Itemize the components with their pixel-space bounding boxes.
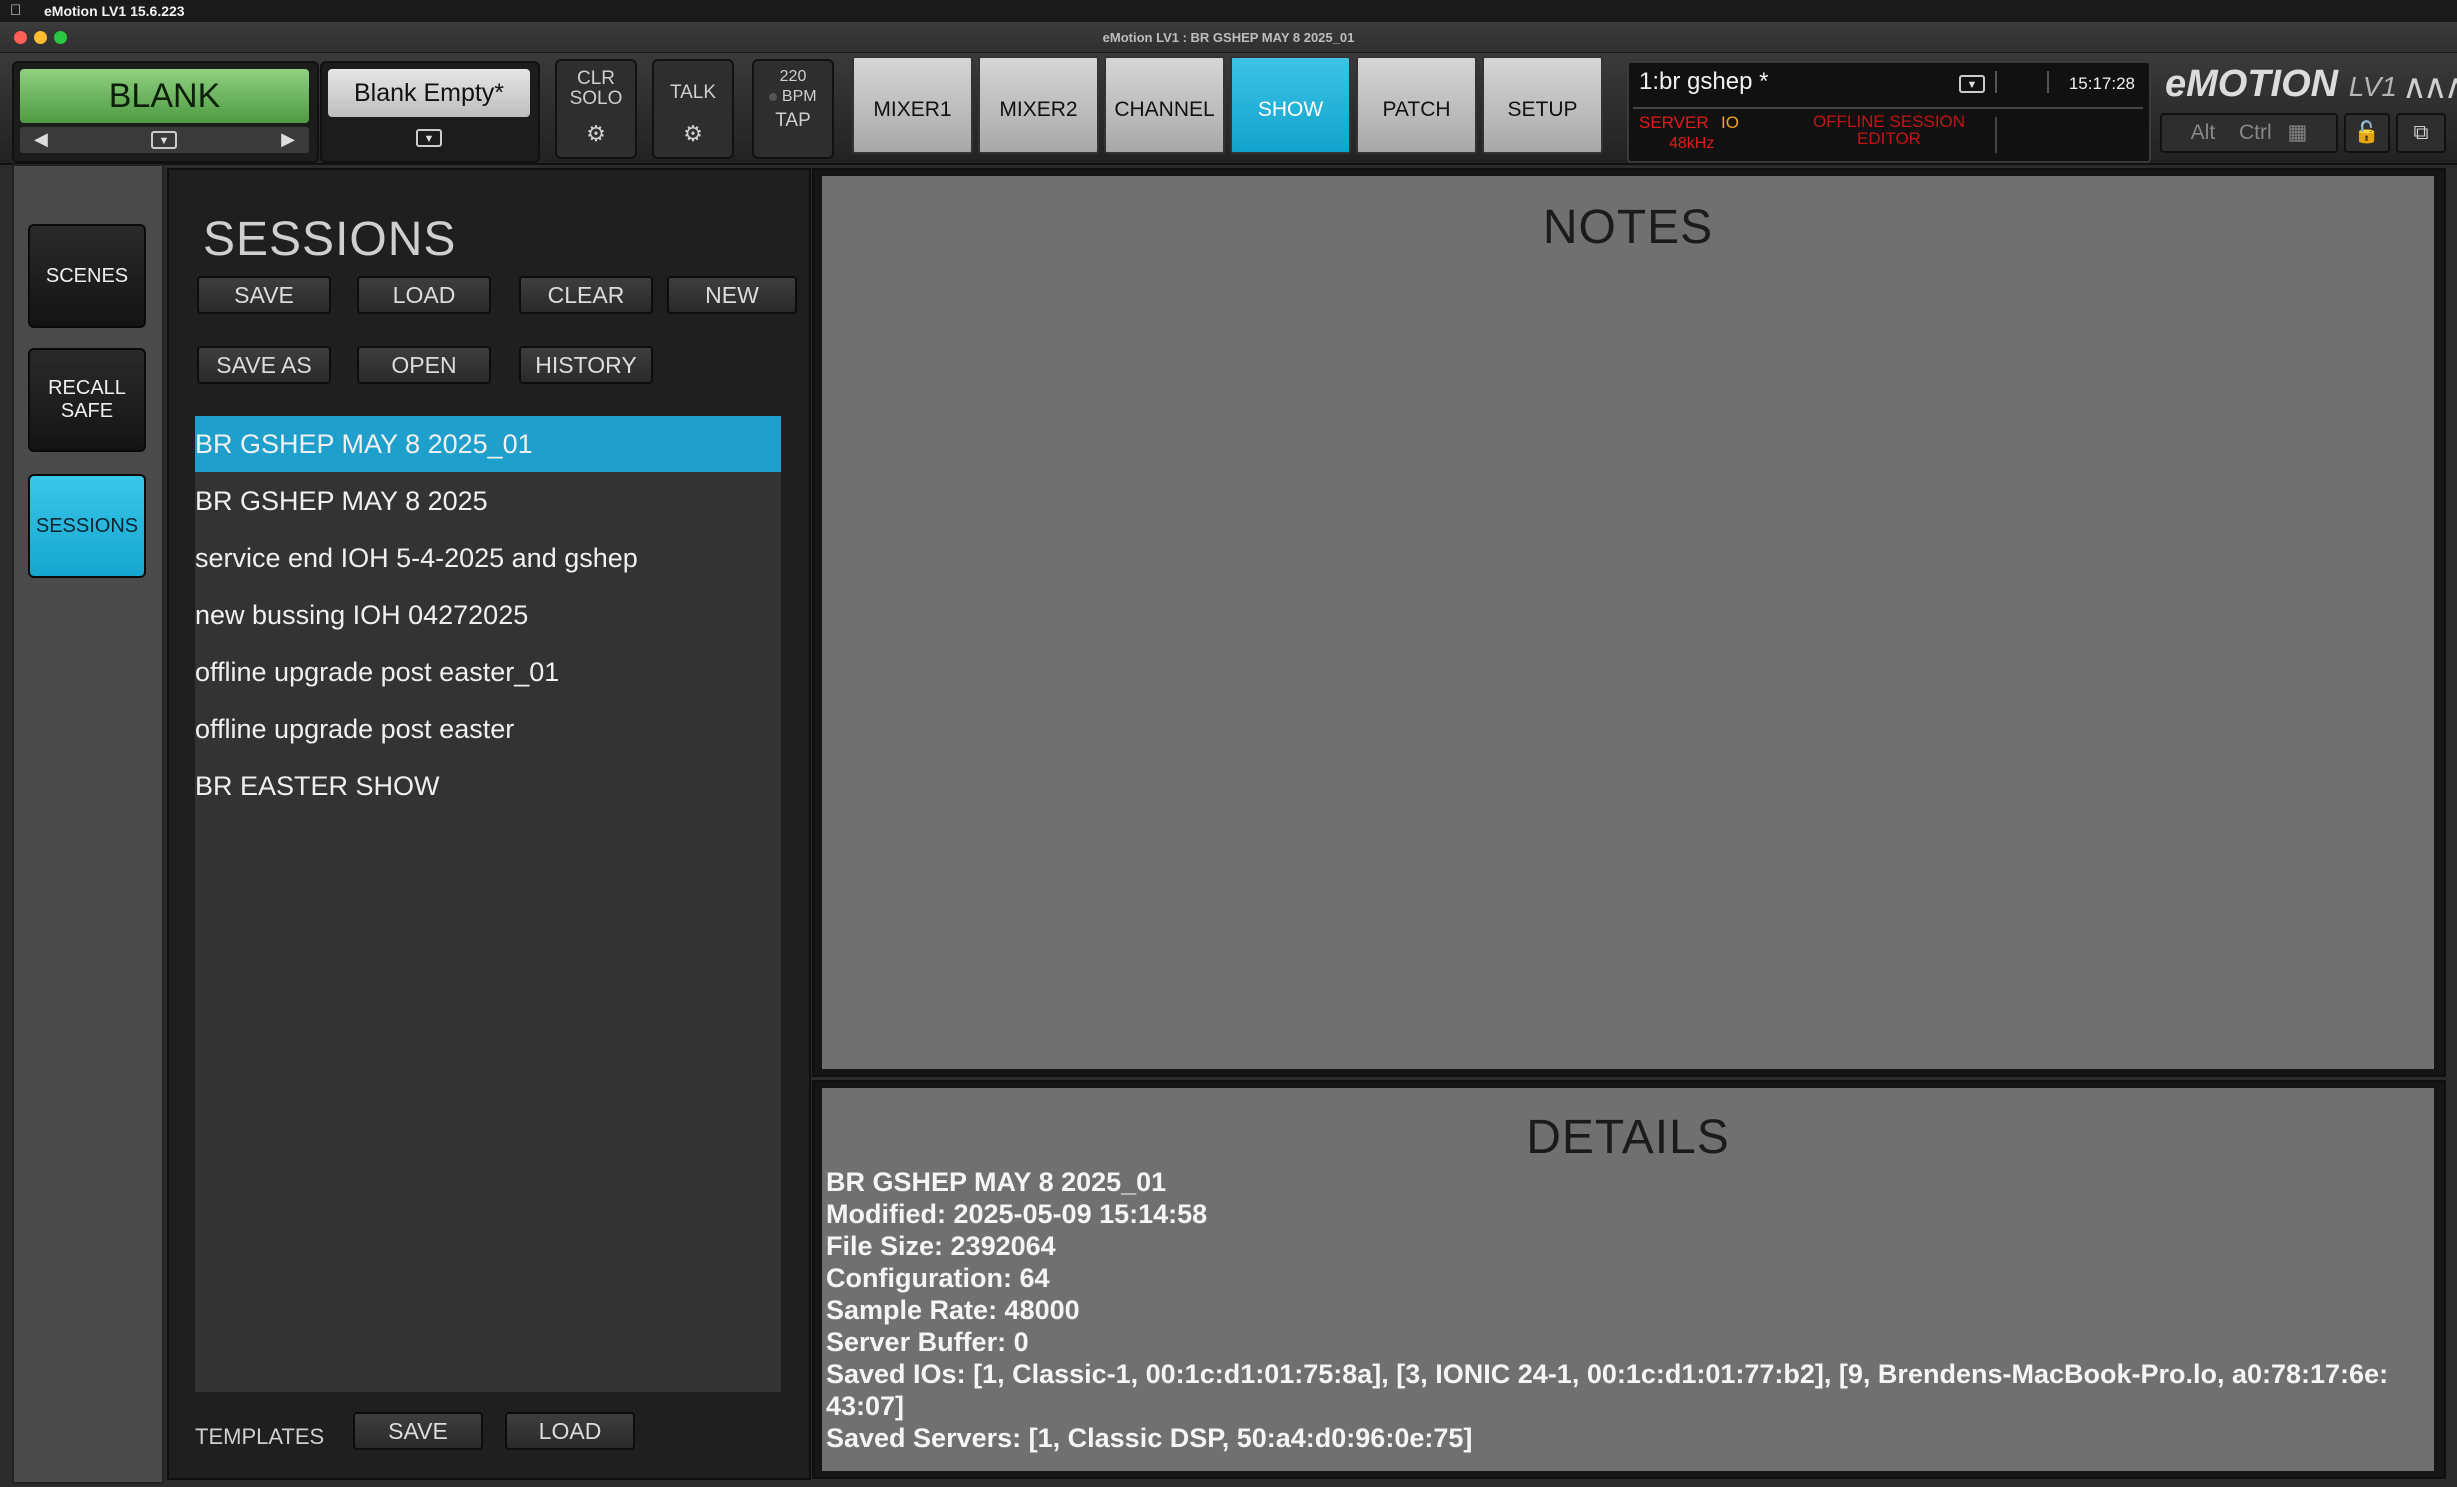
tab-mixer1[interactable]: MIXER1 — [852, 56, 973, 154]
list-item[interactable]: offline upgrade post easter — [195, 701, 781, 757]
details-sample-rate: Sample Rate: 48000 — [826, 1295, 1080, 1325]
current-session-name[interactable]: 1:br gshep * — [1639, 68, 1768, 96]
session-dropdown-icon[interactable]: ▼ — [1959, 75, 1985, 93]
session-save-as-button[interactable]: SAVE AS — [197, 346, 331, 384]
logo-main: eMOTION — [2165, 63, 2339, 105]
tab-setup[interactable]: SETUP — [1482, 56, 1603, 154]
template-save-button[interactable]: SAVE — [353, 1412, 483, 1450]
window-title: eMotion LV1 : BR GSHEP MAY 8 2025_01 — [1102, 30, 1355, 45]
details-file-size: File Size: 2392064 — [826, 1231, 1056, 1261]
gear-icon[interactable]: ⚙ — [557, 121, 635, 147]
ctrl-key-button[interactable]: Ctrl — [2239, 121, 2272, 144]
divider — [2047, 71, 2049, 93]
details-panel: DETAILS BR GSHEP MAY 8 2025_01 Modified:… — [812, 1080, 2446, 1479]
divider — [1995, 117, 1997, 153]
list-item[interactable]: BR EASTER SHOW — [195, 758, 781, 814]
modifier-group: Alt Ctrl ▦ — [2160, 113, 2338, 153]
emotion-logo: eMOTION LV1 — [2165, 63, 2397, 106]
list-item[interactable]: offline upgrade post easter_01 — [195, 644, 781, 700]
keyboard-icon[interactable]: ▦ — [2288, 121, 2308, 144]
divider — [1633, 107, 2143, 109]
notes-editor[interactable]: NOTES — [822, 176, 2434, 1069]
details-configuration: Configuration: 64 — [826, 1263, 1050, 1293]
list-item[interactable]: new bussing IOH 04272025 — [195, 587, 781, 643]
clock-display: 15:17:28 — [2068, 74, 2135, 93]
session-status-panel: 1:br gshep * ▼ 15:17:28 SERVER IO 48kHz … — [1627, 61, 2151, 163]
top-toolbar: BLANK ◀ ▼ ▶ Blank Empty* ▼ CLR SOLO ⚙ TA… — [0, 53, 2457, 165]
session-history-button[interactable]: HISTORY — [519, 346, 653, 384]
bpm-unit: BPM — [781, 88, 817, 105]
menu-bar:  eMotion LV1 15.6.223 — [0, 0, 2457, 22]
preset-selector: Blank Empty* ▼ — [320, 61, 540, 163]
sessions-panel: SESSIONS SAVE LOAD CLEAR NEW SAVE AS OPE… — [167, 168, 811, 1480]
scene-nav-bar: ◀ ▼ ▶ — [20, 127, 309, 153]
talk-button[interactable]: TALK ⚙ — [652, 59, 734, 159]
scene-name-display[interactable]: BLANK — [20, 69, 309, 123]
window-titlebar: eMotion LV1 : BR GSHEP MAY 8 2025_01 — [0, 22, 2457, 53]
tab-mixer2[interactable]: MIXER2 — [978, 56, 1099, 154]
app-menu-name[interactable]: eMotion LV1 15.6.223 — [44, 3, 185, 19]
lock-icon[interactable]: 🔓 — [2344, 113, 2390, 153]
scene-dropdown-icon[interactable]: ▼ — [151, 131, 177, 149]
offline-session-status: OFFLINE SESSION EDITOR — [1769, 113, 2009, 147]
list-item[interactable]: service end IOH 5-4-2025 and gshep — [195, 530, 781, 586]
alt-key-button[interactable]: Alt — [2191, 121, 2216, 144]
preset-dropdown-icon[interactable]: ▼ — [416, 129, 442, 147]
left-sidebar: SCENES RECALL SAFE SESSIONS — [12, 164, 164, 1484]
scene-selector: BLANK ◀ ▼ ▶ — [12, 61, 319, 163]
sample-rate-status: 48kHz — [1669, 135, 1715, 152]
details-server-buffer: Server Buffer: 0 — [826, 1327, 1029, 1357]
notes-panel: NOTES — [812, 168, 2446, 1077]
clear-solo-label: CLR SOLO — [569, 68, 623, 109]
sidebar-item-scenes[interactable]: SCENES — [28, 224, 146, 328]
session-clear-button[interactable]: CLEAR — [519, 276, 653, 314]
popout-window-icon[interactable]: ⧉ — [2396, 113, 2446, 153]
list-item[interactable]: BR GSHEP MAY 8 2025 — [195, 473, 781, 529]
tap-tempo-button[interactable]: 220 BPM TAP — [752, 59, 834, 159]
tap-label: TAP — [775, 110, 811, 131]
divider — [1995, 71, 1997, 93]
details-saved-ios-cont: 43:07] — [826, 1391, 905, 1421]
gear-icon[interactable]: ⚙ — [654, 121, 732, 147]
notes-title: NOTES — [1542, 201, 1714, 254]
sessions-list[interactable]: BR GSHEP MAY 8 2025_01 BR GSHEP MAY 8 20… — [195, 416, 781, 1392]
apple-icon[interactable]:  — [10, 2, 21, 19]
sidebar-item-sessions[interactable]: SESSIONS — [28, 474, 146, 578]
tab-patch[interactable]: PATCH — [1356, 56, 1477, 154]
templates-label: TEMPLATES — [195, 1424, 325, 1449]
sidebar-item-recall-safe[interactable]: RECALL SAFE — [28, 348, 146, 452]
next-scene-icon[interactable]: ▶ — [281, 129, 295, 150]
details-session-name: BR GSHEP MAY 8 2025_01 — [826, 1167, 1167, 1197]
offline-line-1: OFFLINE SESSION — [1812, 112, 1966, 131]
details-saved-servers: Saved Servers: [1, Classic DSP, 50:a4:d0… — [826, 1423, 1473, 1453]
sessions-title: SESSIONS — [203, 213, 457, 266]
offline-line-2: EDITOR — [1857, 129, 1921, 148]
modifier-keys: Alt Ctrl ▦ 🔓 ⧉ — [2160, 113, 2450, 153]
logo-suffix: LV1 — [2348, 71, 2397, 102]
session-new-button[interactable]: NEW — [667, 276, 797, 314]
bpm-unit-row: BPM — [754, 87, 832, 107]
io-status: IO — [1721, 113, 1739, 132]
details-modified: Modified: 2025-05-09 15:14:58 — [826, 1199, 1208, 1229]
session-open-button[interactable]: OPEN — [357, 346, 491, 384]
tab-show[interactable]: SHOW — [1230, 56, 1351, 154]
preset-name-display[interactable]: Blank Empty* — [328, 69, 530, 117]
details-title: DETAILS — [1526, 1111, 1730, 1164]
session-load-button[interactable]: LOAD — [357, 276, 491, 314]
tempo-led-icon — [769, 93, 778, 101]
server-status: SERVER — [1639, 113, 1709, 132]
previous-scene-icon[interactable]: ◀ — [34, 129, 48, 150]
bpm-value: 220 — [779, 68, 807, 85]
tab-channel[interactable]: CHANNEL — [1104, 56, 1225, 154]
template-load-button[interactable]: LOAD — [505, 1412, 635, 1450]
session-save-button[interactable]: SAVE — [197, 276, 331, 314]
talk-label: TALK — [669, 82, 717, 103]
clear-solo-button[interactable]: CLR SOLO ⚙ — [555, 59, 637, 159]
details-content: DETAILS BR GSHEP MAY 8 2025_01 Modified:… — [822, 1088, 2434, 1471]
details-text: BR GSHEP MAY 8 2025_01 Modified: 2025-05… — [826, 1166, 2426, 1454]
list-item[interactable]: BR GSHEP MAY 8 2025_01 — [195, 416, 781, 472]
waves-logo-icon: ∧∧∧ — [2402, 68, 2457, 106]
details-saved-ios: Saved IOs: [1, Classic-1, 00:1c:d1:01:75… — [826, 1359, 2389, 1389]
